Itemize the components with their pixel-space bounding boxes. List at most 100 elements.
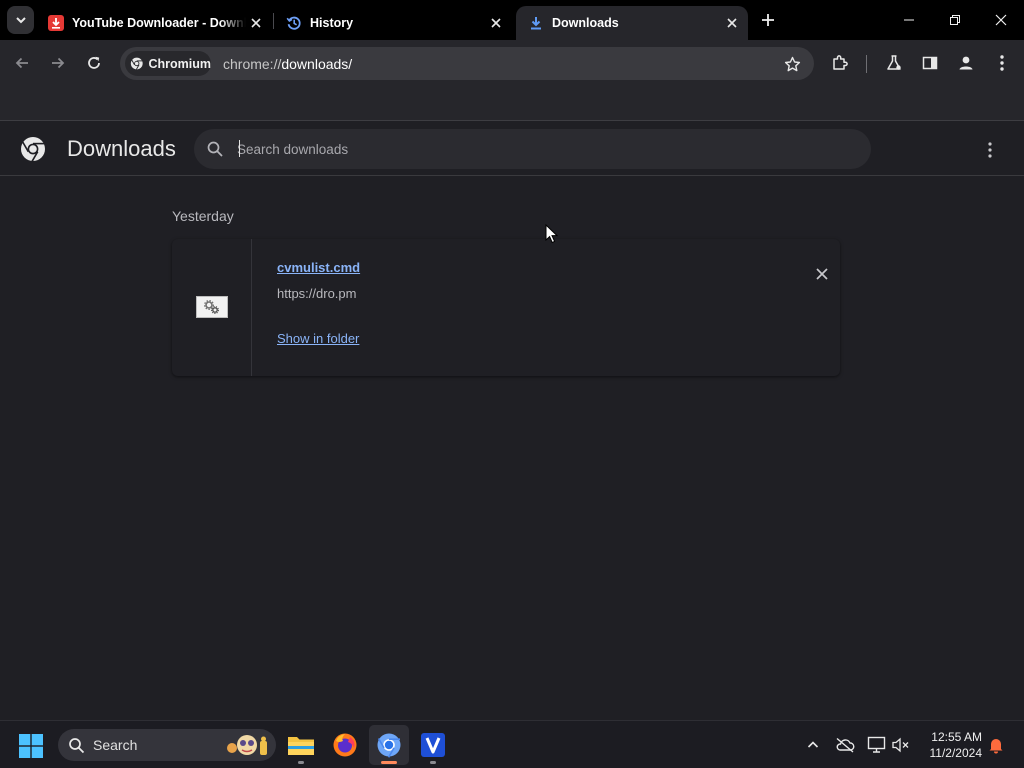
volume-muted-icon	[892, 737, 909, 753]
minimize-button[interactable]	[886, 0, 932, 40]
downloads-page: Downloads Yesterday cvmulist.cmd https:/…	[0, 121, 1024, 720]
taskbar-firefox[interactable]	[325, 725, 365, 765]
star-icon	[784, 56, 800, 71]
downloads-header: Downloads	[0, 121, 1024, 176]
running-indicator	[430, 761, 436, 764]
firefox-icon	[333, 733, 357, 757]
download-item: cvmulist.cmd https://dro.pm Show in fold…	[172, 239, 840, 376]
taskbar-search-label: Search	[93, 737, 138, 753]
address-bar[interactable]: Chromium chrome://downloads/	[120, 47, 814, 80]
tray-onedrive-button[interactable]	[834, 734, 856, 756]
notifications-button[interactable]	[985, 734, 1007, 756]
browser-menu-button[interactable]	[988, 49, 1016, 77]
remove-download-button[interactable]	[812, 264, 832, 284]
network-icon	[867, 736, 886, 753]
date-group-header: Yesterday	[172, 208, 234, 224]
restore-icon	[950, 15, 960, 25]
tab-close-icon[interactable]	[486, 13, 506, 33]
more-vertical-icon	[988, 142, 992, 158]
bookmarks-bar	[0, 86, 1024, 120]
puzzle-icon	[833, 55, 848, 70]
close-window-button[interactable]	[978, 0, 1024, 40]
taskbar-clock[interactable]: 12:55 AM 11/2/2024	[910, 729, 983, 761]
chromium-logo-icon	[21, 137, 45, 162]
show-in-folder-link[interactable]: Show in folder	[277, 331, 359, 346]
search-downloads-input[interactable]	[237, 137, 837, 161]
search-highlight-illustration-icon	[227, 735, 267, 755]
close-icon	[816, 268, 828, 280]
tab-title: History	[310, 16, 354, 30]
chevron-up-icon	[807, 741, 819, 748]
clock-date: 11/2/2024	[929, 746, 983, 760]
tab-close-icon[interactable]	[722, 13, 742, 33]
chevron-down-icon	[15, 17, 26, 24]
profile-icon	[959, 56, 973, 70]
download-source-url: https://dro.pm	[277, 286, 357, 301]
tab-title: YouTube Downloader - Download Video	[72, 16, 246, 30]
downloads-menu-button[interactable]	[978, 138, 1002, 162]
search-downloads-box[interactable]	[194, 129, 871, 169]
chromium-icon	[377, 733, 401, 758]
extensions-button[interactable]	[826, 49, 854, 77]
tab-search-button[interactable]	[7, 6, 34, 34]
browser-toolbar: Chromium chrome://downloads/	[0, 40, 1024, 86]
mouse-cursor-icon	[545, 224, 559, 244]
folder-icon	[288, 737, 314, 755]
taskbar-chromium[interactable]	[369, 725, 409, 765]
new-tab-button[interactable]	[756, 8, 780, 32]
tab-youtube-downloader[interactable]: YouTube Downloader - Download Video	[36, 6, 272, 40]
history-icon	[286, 15, 302, 31]
tray-network-button[interactable]	[866, 734, 888, 756]
site-info-chip[interactable]: Chromium	[125, 51, 211, 76]
windows-start-icon[interactable]	[18, 733, 44, 759]
file-settings-icon	[196, 296, 228, 318]
page-title: Downloads	[67, 136, 176, 161]
profile-button[interactable]	[952, 49, 980, 77]
download-icon	[528, 15, 544, 31]
download-item-icon-column	[172, 239, 252, 376]
taskbar-v-app[interactable]	[413, 725, 453, 765]
bell-icon	[989, 739, 1003, 754]
close-icon	[995, 14, 1007, 26]
text-caret	[239, 140, 240, 157]
toolbar-divider	[866, 55, 867, 73]
taskbar-search-box[interactable]: Search	[58, 729, 276, 761]
chromium-icon	[130, 57, 143, 70]
tab-close-icon[interactable]	[246, 13, 266, 33]
youtube-downloader-icon	[48, 15, 64, 31]
plus-icon	[762, 14, 774, 26]
reload-button[interactable]	[80, 49, 108, 77]
side-panel-button[interactable]	[916, 49, 944, 77]
tray-overflow-button[interactable]	[802, 734, 824, 756]
labs-button[interactable]	[880, 49, 908, 77]
tab-history[interactable]: History	[274, 6, 512, 40]
running-indicator	[298, 761, 304, 764]
more-vertical-icon	[1000, 55, 1004, 71]
bookmark-star-button[interactable]	[782, 54, 802, 74]
search-icon	[207, 141, 223, 157]
active-indicator	[381, 761, 397, 764]
restore-button[interactable]	[932, 0, 978, 40]
windows-taskbar: Search 12:55 AM 11/2/2024	[0, 720, 1024, 768]
search-icon	[69, 738, 85, 754]
cloud-offline-icon	[836, 737, 855, 753]
browser-window: YouTube Downloader - Download Video Hist…	[0, 0, 1024, 768]
arrow-left-icon	[15, 57, 28, 69]
forward-button[interactable]	[44, 49, 72, 77]
tray-volume-button[interactable]	[890, 734, 912, 756]
clock-time: 12:55 AM	[931, 730, 982, 744]
v-app-icon	[421, 733, 445, 757]
reload-icon	[88, 56, 100, 69]
url-text: chrome://downloads/	[223, 56, 353, 72]
site-chip-label: Chromium	[148, 56, 212, 71]
taskbar-file-explorer[interactable]	[281, 725, 321, 765]
tab-downloads[interactable]: Downloads	[516, 6, 748, 40]
flask-icon	[887, 55, 901, 70]
back-button[interactable]	[8, 49, 36, 77]
side-panel-icon	[922, 56, 938, 70]
download-file-name-link[interactable]: cvmulist.cmd	[277, 260, 360, 275]
arrow-right-icon	[52, 57, 65, 69]
tab-strip: YouTube Downloader - Download Video Hist…	[0, 0, 1024, 40]
minimize-icon	[904, 19, 914, 21]
tab-title: Downloads	[552, 16, 619, 30]
